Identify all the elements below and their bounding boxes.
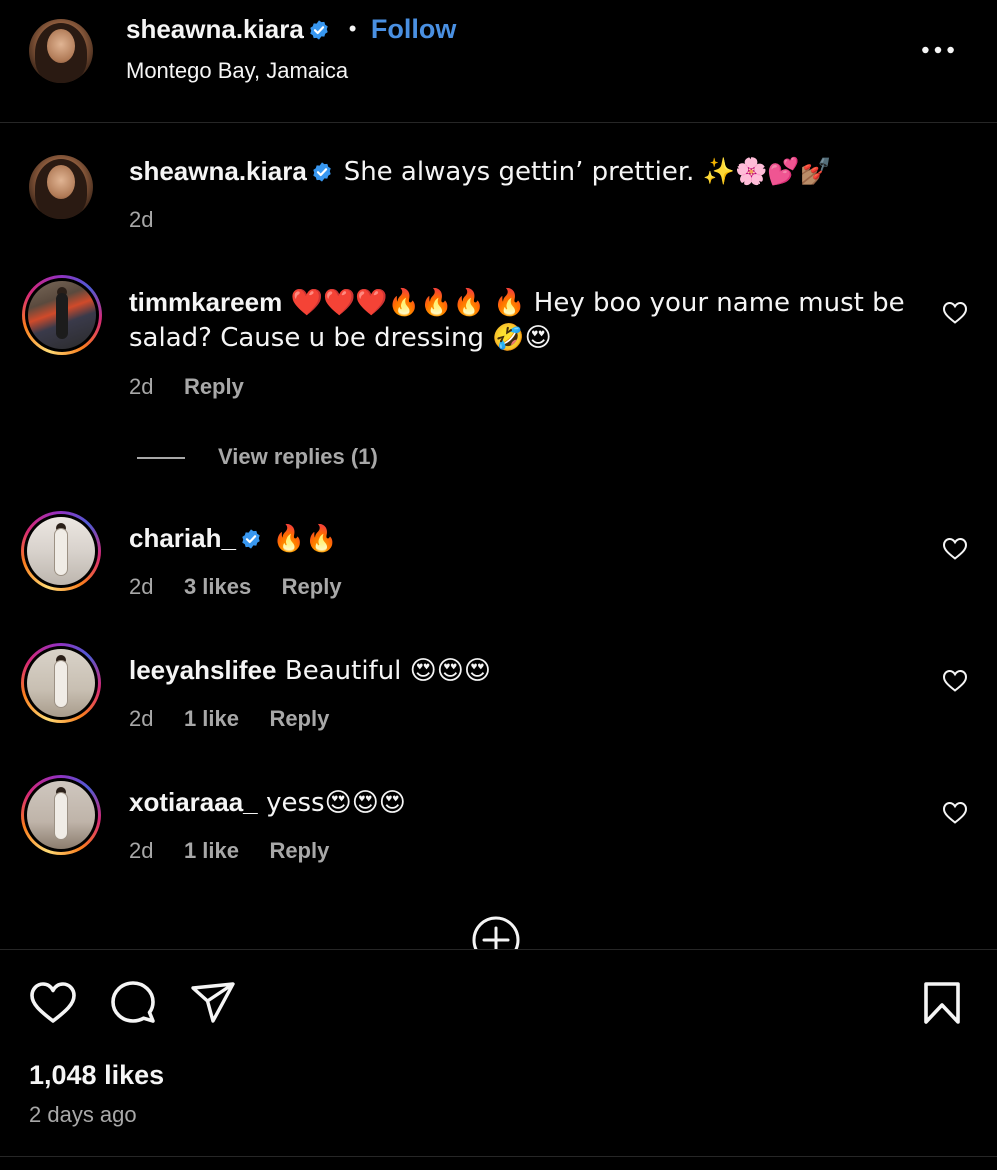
caption-time: 2d [129,207,154,232]
post-location[interactable]: Montego Bay, Jamaica [126,58,348,84]
comment-likes-count[interactable]: 1 like [184,706,239,731]
view-replies-button[interactable]: View replies (1) [218,444,378,470]
more-horizontal-icon[interactable] [920,44,956,56]
comment-time: 2d [129,574,154,599]
likes-count[interactable]: 1,048 likes [29,1060,164,1091]
commenter-avatar[interactable] [21,643,101,723]
comment-username[interactable]: leeyahslifee [129,655,276,685]
comment-likes-count[interactable]: 3 likes [184,574,251,599]
view-replies-line [137,457,185,459]
commenter-avatar[interactable] [22,275,102,355]
comment-text: yess😍😍😍 [266,788,406,818]
reply-button[interactable]: Reply [269,838,329,863]
verified-badge-icon [242,529,261,549]
comment-icon[interactable] [109,979,157,1027]
header-divider [0,122,997,123]
author-avatar[interactable] [29,19,93,83]
follow-button[interactable]: Follow [371,14,456,44]
comment-like-heart-icon[interactable] [942,537,968,561]
comment-username[interactable]: timmkareem [129,287,282,317]
comment-text: 🔥🔥 [272,524,338,554]
commenter-avatar[interactable] [21,511,101,591]
reply-button[interactable]: Reply [282,574,342,599]
comment-likes-count[interactable]: 1 like [184,838,239,863]
comment-username[interactable]: chariah_ [129,523,236,553]
post-timestamp[interactable]: 2 days ago [29,1102,137,1128]
footer-divider [0,1156,997,1157]
actions-divider [0,949,997,950]
comment-time: 2d [129,706,154,731]
caption-username[interactable]: sheawna.kiara [129,156,307,186]
commenter-avatar[interactable] [21,775,101,855]
author-username[interactable]: sheawna.kiara [126,14,304,44]
send-icon[interactable] [189,979,237,1027]
heart-icon[interactable] [29,981,77,1025]
comment-time: 2d [129,838,154,863]
header-separator: • [348,16,357,41]
verified-badge-icon [310,20,328,40]
plus-circle-icon[interactable] [470,914,522,949]
comment-text: Beautiful 😍😍😍 [284,656,491,686]
caption-avatar[interactable] [29,155,93,219]
verified-badge-icon [313,162,331,182]
comment-like-heart-icon[interactable] [942,669,968,693]
comment-text: ❤️❤️❤️🔥🔥🔥 🔥 Hey boo your name must be [290,288,905,318]
reply-button[interactable]: Reply [269,706,329,731]
comment-username[interactable]: xotiaraaa_ [129,787,258,817]
bookmark-icon[interactable] [922,981,962,1025]
caption-text: She always gettin’ prettier. ✨🌸💕💅🏽 [343,157,833,187]
load-more-comments[interactable] [470,914,522,949]
reply-button[interactable]: Reply [184,374,244,399]
comment-text-continued: salad? Cause u be dressing 🤣😍 [129,323,552,353]
comment-like-heart-icon[interactable] [942,301,968,325]
comment-time: 2d [129,374,154,399]
comment-like-heart-icon[interactable] [942,801,968,825]
